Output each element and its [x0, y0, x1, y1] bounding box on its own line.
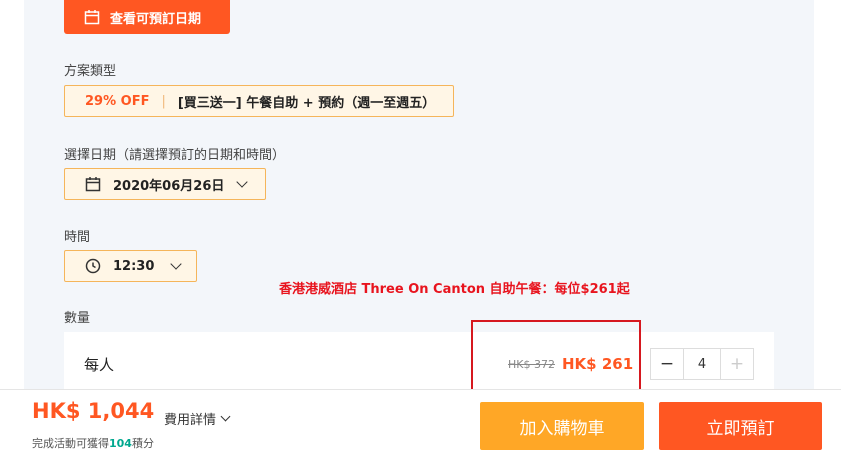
divider: |	[161, 93, 166, 109]
calendar-icon	[84, 10, 100, 25]
package-name: [買三送一] 午餐自助 + 預約（週一至週五）	[177, 95, 436, 111]
book-now-button[interactable]: 立即預訂	[659, 402, 822, 450]
package-option[interactable]: 29% OFF | [買三送一] 午餐自助 + 預約（週一至週五）	[64, 85, 454, 117]
clock-icon	[85, 258, 101, 274]
time-select[interactable]: 12:30	[64, 250, 197, 282]
increment-button[interactable]: +	[721, 349, 753, 379]
promo-caption: 香港港威酒店 Three On Canton 自助午餐：每位$261起	[279, 282, 630, 297]
time-label: 時間	[64, 230, 91, 245]
chevron-down-icon	[220, 411, 231, 422]
points-note: 完成活動可獲得104積分	[32, 435, 154, 451]
points-value: 104	[109, 437, 132, 450]
check-dates-button[interactable]: 查看可預訂日期	[64, 0, 230, 34]
check-dates-label: 查看可預訂日期	[110, 11, 202, 27]
fee-details-label: 費用詳情	[164, 413, 217, 428]
date-value: 2020年06月26日	[113, 178, 225, 194]
quantity-stepper[interactable]: − 4 +	[650, 348, 754, 380]
quantity-value[interactable]: 4	[683, 349, 721, 379]
time-value: 12:30	[113, 258, 155, 274]
unit-label: 每人	[84, 356, 115, 374]
price-highlight-box	[471, 320, 641, 391]
quantity-label: 數量	[64, 311, 91, 326]
discount-badge: 29% OFF	[85, 93, 150, 109]
date-select[interactable]: 2020年06月26日	[64, 168, 266, 200]
package-type-label: 方案類型	[64, 64, 117, 79]
add-to-cart-button[interactable]: 加入購物車	[480, 402, 644, 450]
total-price: HK$ 1,044	[32, 399, 155, 423]
points-suffix: 積分	[131, 437, 154, 450]
points-prefix: 完成活動可獲得	[32, 437, 109, 450]
decrement-button[interactable]: −	[651, 349, 683, 379]
date-label: 選擇日期（請選擇預訂的日期和時間）	[64, 148, 286, 163]
chevron-down-icon	[236, 176, 249, 188]
fee-details-toggle[interactable]: 費用詳情	[164, 409, 231, 428]
calendar-icon	[85, 177, 101, 192]
chevron-down-icon	[170, 258, 183, 270]
